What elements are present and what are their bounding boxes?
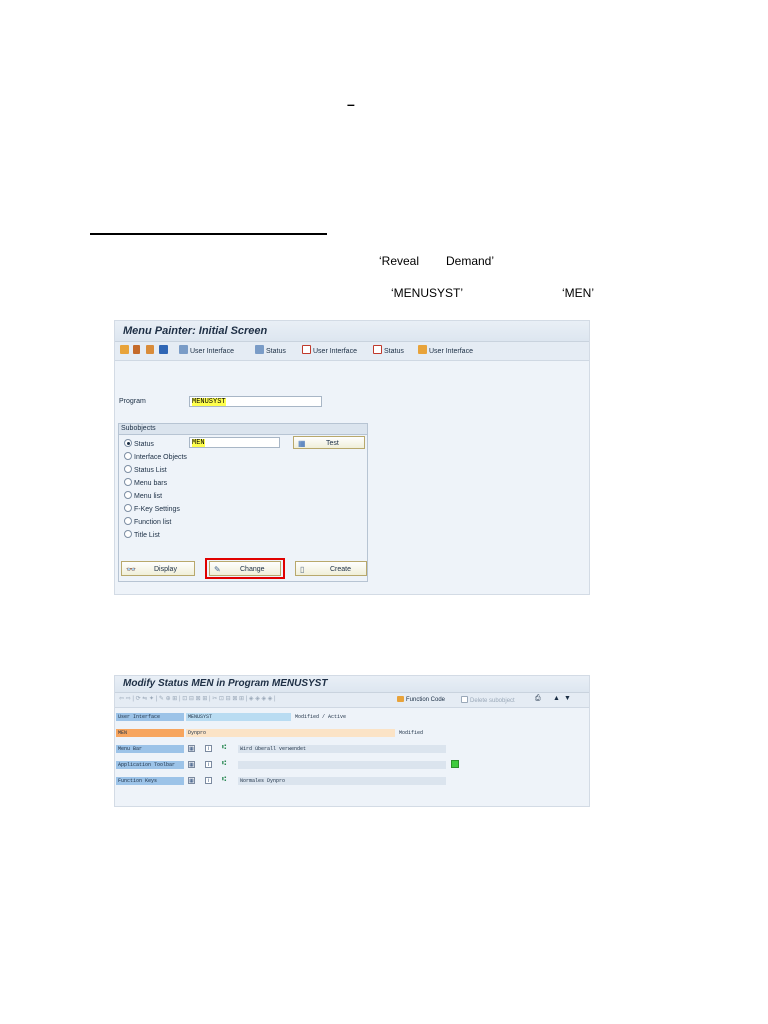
display-button[interactable]: 👓 Display: [121, 561, 195, 576]
window-title: Modify Status MEN in Program MENUSYST: [115, 676, 589, 693]
print-icon[interactable]: ⎙: [535, 695, 541, 703]
glasses-icon: 👓: [126, 565, 136, 574]
radio-menu-list[interactable]: Menu list: [124, 491, 162, 500]
program-label: Program: [119, 398, 146, 405]
other-object-icon[interactable]: [120, 345, 131, 355]
radio-status-list[interactable]: Status List: [124, 465, 167, 474]
function-keys-value: Normales Dynpro: [238, 777, 446, 785]
demand-text: Demand’: [446, 254, 495, 268]
heading-underline: [90, 233, 327, 235]
men-state: Modified: [399, 730, 424, 736]
toolbar: ⇦ ⇨ | ⟳ ⇋ ✦ | ✎ ⊕ ⊞ | ⊡ ⊟ ⊠ ⊞ | ✂ ⊡ ⊟ ⊠ …: [115, 693, 589, 708]
create-button[interactable]: ▯ Create: [295, 561, 367, 576]
user-interface-label: User Interface: [116, 713, 184, 721]
status-input[interactable]: MEN: [189, 437, 280, 448]
dash-mark: –: [347, 96, 355, 112]
rename-user-interface-button[interactable]: User Interface: [418, 345, 473, 355]
window-title: Menu Painter: Initial Screen: [115, 321, 589, 342]
copy-icon: [302, 345, 311, 354]
pencil-icon[interactable]: [133, 345, 142, 355]
function-code-button[interactable]: Function Code: [397, 696, 445, 703]
radio-fkey-settings[interactable]: F-Key Settings: [124, 504, 180, 513]
trash-icon: [255, 345, 264, 354]
hierarchy-icon[interactable]: ⑆: [222, 760, 226, 767]
info-icon[interactable]: i: [205, 761, 212, 768]
program-input[interactable]: MENUSYST: [189, 396, 322, 407]
menu-painter-window: Menu Painter: Initial Screen User Interf…: [114, 320, 590, 595]
trash-status-button[interactable]: Status: [255, 345, 286, 355]
subobjects-group: Subobjects MEN ▦ Test Status Interface O…: [118, 423, 368, 582]
men-value: Dynpro: [186, 729, 395, 737]
pencil-icon: ✎: [214, 565, 221, 574]
info-icon[interactable]: i: [205, 777, 212, 784]
menu-bar-value: Wird überall verwendet: [238, 745, 446, 753]
grid-icon[interactable]: ▦: [188, 745, 195, 752]
arrow-down-icon[interactable]: ▼: [564, 695, 571, 702]
hierarchy-icon[interactable]: ⑆: [222, 744, 226, 751]
hierarchy-icon[interactable]: [146, 345, 156, 355]
toolbar: User Interface Status User Interface Sta…: [115, 342, 589, 361]
menu-bar-label: Menu Bar: [116, 745, 184, 753]
back-forward-icons[interactable]: ⇦ ⇨ | ⟳ ⇋ ✦ | ✎ ⊕ ⊞ | ⊡ ⊟ ⊠ ⊞ | ✂ ⊡ ⊟ ⊠ …: [119, 695, 276, 702]
user-interface-state: Modified / Active: [295, 714, 347, 720]
test-icon: ▦: [298, 439, 306, 448]
application-toolbar-label: Application Toolbar: [116, 761, 184, 769]
new-document-icon: ▯: [300, 565, 305, 574]
application-toolbar-value: [238, 761, 446, 769]
user-interface-value: MENUSYST: [186, 713, 291, 721]
men-text: ‘MEN’: [562, 286, 594, 300]
hierarchy-icon[interactable]: ⑆: [222, 776, 226, 783]
radio-interface-objects[interactable]: Interface Objects: [124, 452, 187, 461]
radio-status[interactable]: Status: [124, 439, 154, 448]
copy-status-button[interactable]: Status: [373, 345, 404, 355]
function-keys-label: Function Keys: [116, 777, 184, 785]
document-icon: [461, 696, 468, 703]
arrow-up-icon[interactable]: ▲: [553, 695, 560, 702]
radio-function-list[interactable]: Function list: [124, 517, 171, 526]
copy-icon: [373, 345, 382, 354]
grid-icon[interactable]: ▦: [188, 777, 195, 784]
copy-user-interface-button[interactable]: User Interface: [302, 345, 357, 355]
info-icon[interactable]: [159, 345, 170, 355]
radio-menu-bars[interactable]: Menu bars: [124, 478, 167, 487]
status-green-indicator: [451, 760, 459, 768]
delete-subobject-button[interactable]: Delete subobject: [461, 696, 515, 704]
trash-icon: [179, 345, 188, 354]
info-icon[interactable]: i: [205, 745, 212, 752]
reveal-text: ‘Reveal: [379, 254, 420, 268]
radio-title-list[interactable]: Title List: [124, 530, 160, 539]
menusyst-text: ‘MENUSYST’: [391, 286, 464, 300]
modify-status-window: Modify Status MEN in Program MENUSYST ⇦ …: [114, 675, 590, 807]
subobjects-header: Subobjects: [119, 424, 367, 435]
change-button[interactable]: ✎ Change: [209, 561, 281, 576]
men-label: MEN: [116, 729, 184, 737]
grid-icon[interactable]: ▦: [188, 761, 195, 768]
test-button[interactable]: ▦ Test: [293, 436, 365, 449]
rename-icon: [418, 345, 427, 354]
trash-user-interface-button[interactable]: User Interface: [179, 345, 234, 355]
function-code-icon: [397, 696, 404, 702]
